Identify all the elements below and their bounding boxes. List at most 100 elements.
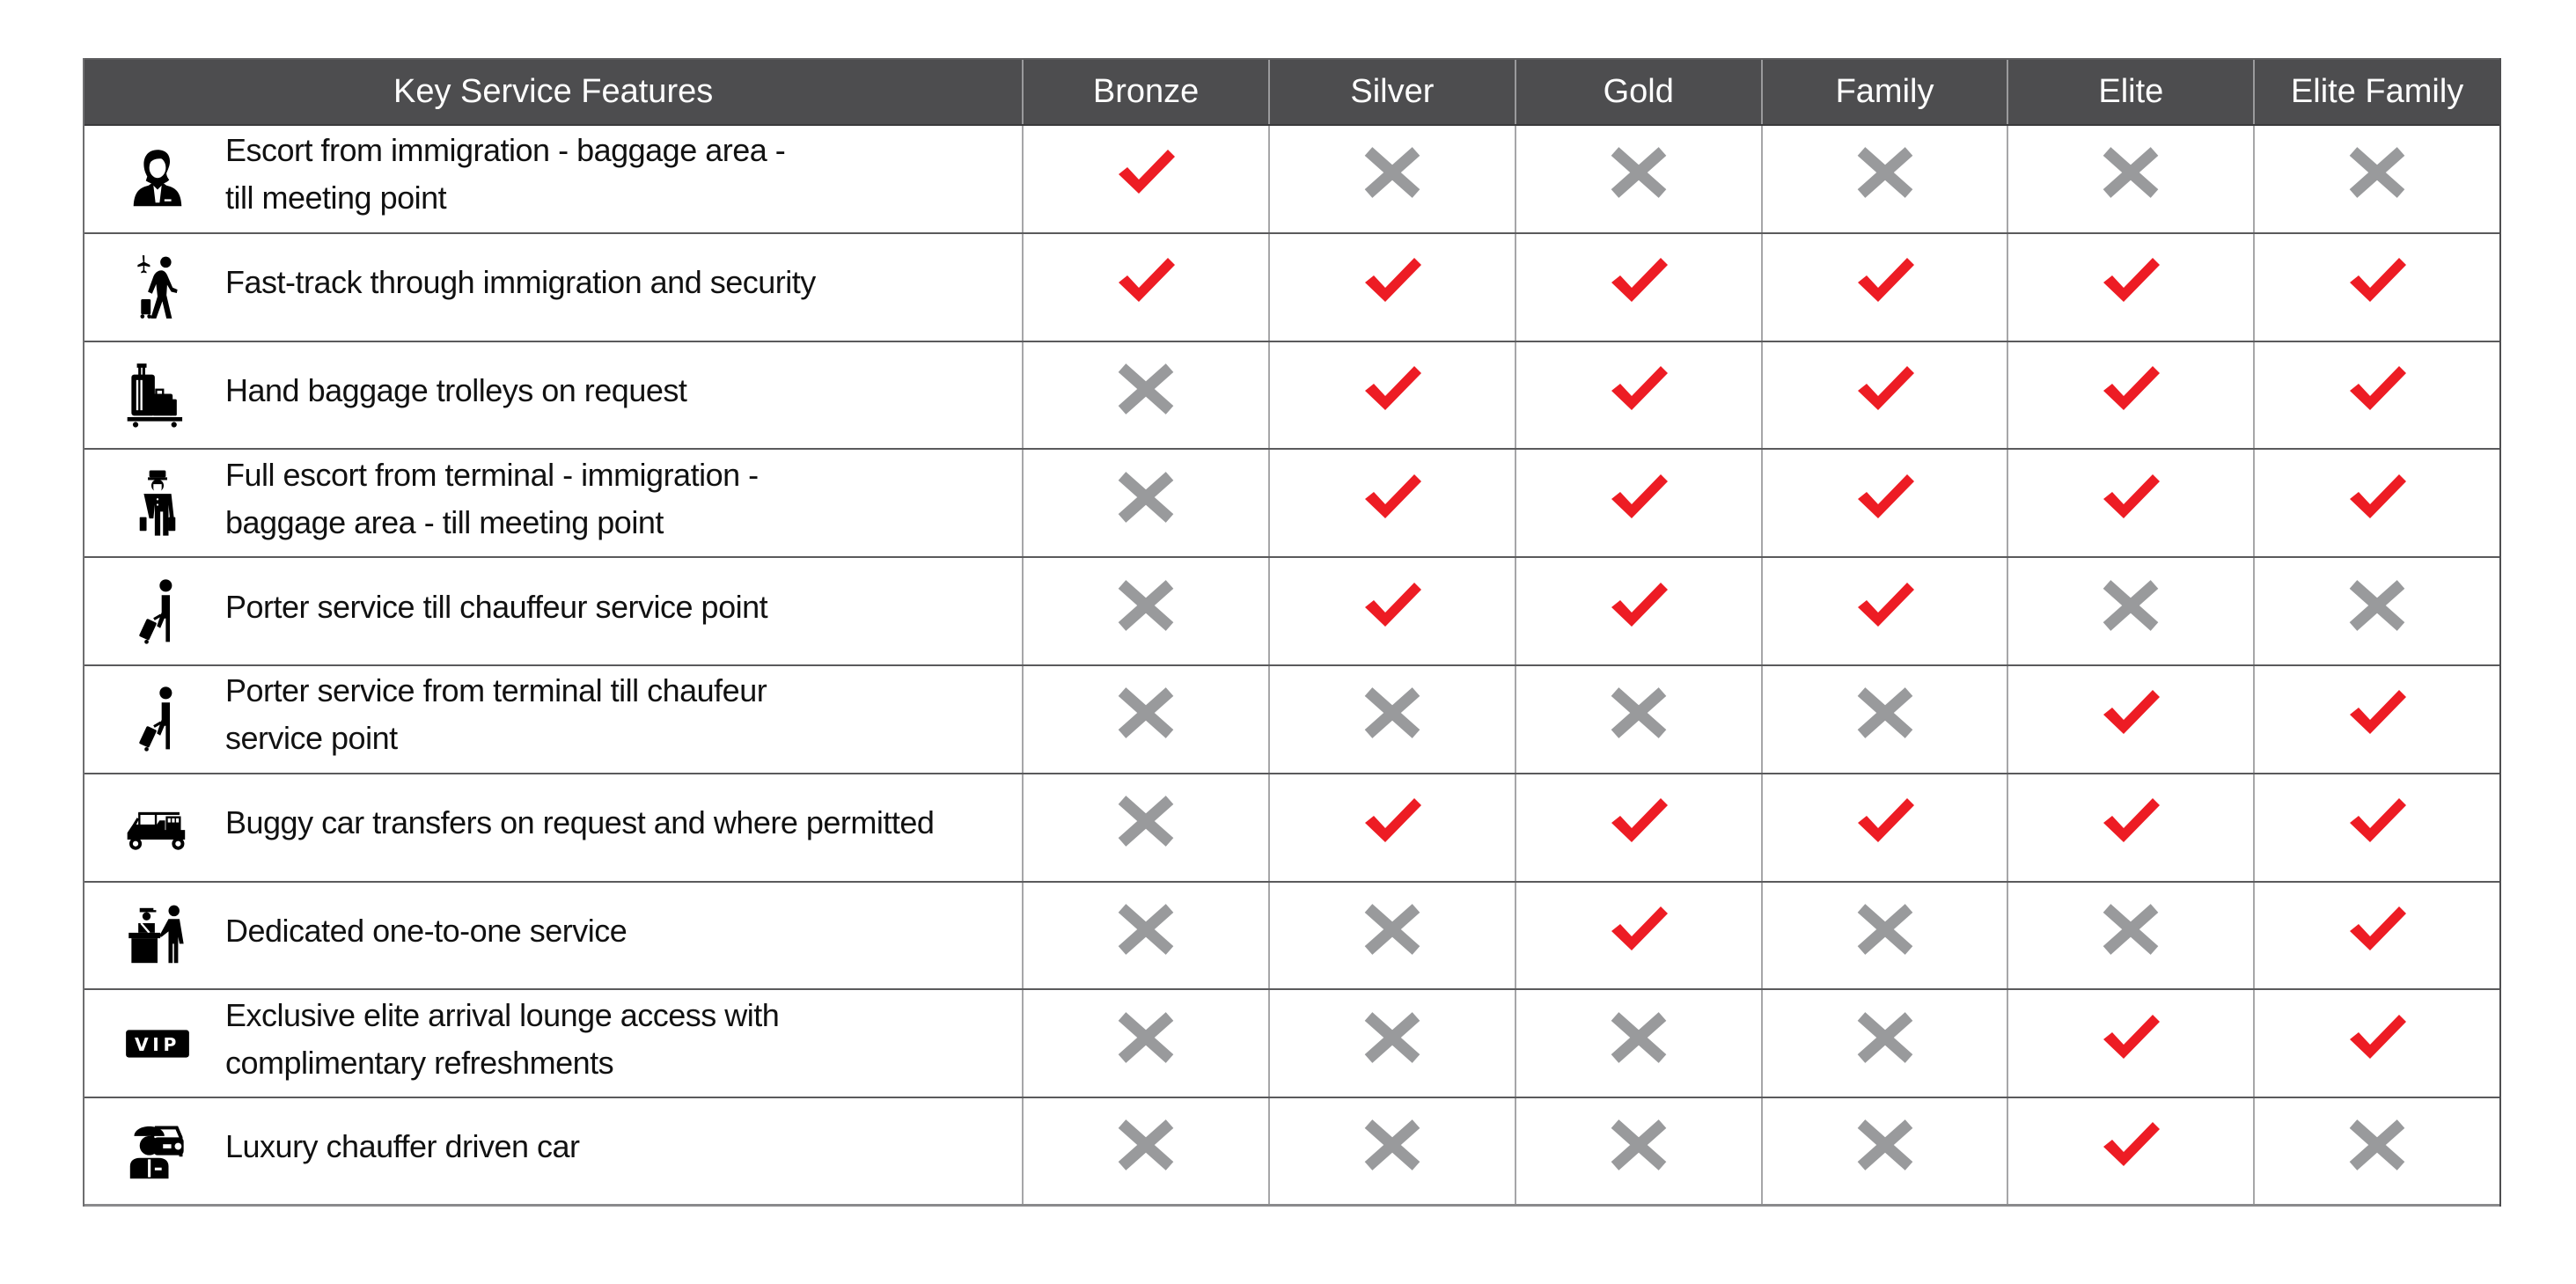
porter-icon — [118, 684, 197, 754]
cross-icon — [1361, 1011, 1423, 1064]
check-icon — [1854, 254, 1916, 307]
cross-icon — [2346, 579, 2408, 632]
cell-silver — [1268, 665, 1515, 773]
cross-icon — [1361, 686, 1423, 739]
cell-gold — [1514, 882, 1761, 989]
cell-elite — [2007, 774, 2253, 881]
feature-cell: Dedicated one-to-one service — [84, 883, 1022, 989]
cell-elite-family — [2253, 990, 2499, 1097]
cell-family — [1760, 450, 2007, 557]
check-icon — [1608, 903, 1670, 956]
cross-icon — [1854, 1011, 1916, 1064]
cell-bronze — [1022, 341, 1268, 449]
header-tier-silver: Silver — [1268, 60, 1515, 124]
check-icon — [1115, 254, 1177, 307]
feature-cell: Porter service from terminal till chaufe… — [84, 666, 1022, 773]
cross-icon — [1115, 363, 1177, 415]
check-icon — [2346, 363, 2408, 415]
cell-elite-family — [2253, 233, 2499, 341]
cell-silver — [1268, 1098, 1515, 1204]
feature-label: Porter service till chauffeur service po… — [225, 588, 768, 625]
check-icon — [1115, 146, 1177, 199]
header-tier-family: Family — [1760, 60, 2007, 124]
cell-elite-family — [2253, 126, 2499, 232]
table-row: Hand baggage trolleys on request — [84, 341, 2499, 451]
check-icon — [1854, 579, 1916, 632]
cell-silver — [1268, 990, 1515, 1097]
feature-cell: Buggy car transfers on request and where… — [84, 774, 1022, 881]
cross-icon — [1608, 1011, 1670, 1064]
cross-icon — [1115, 579, 1177, 632]
feature-label: Dedicated one-to-one service — [225, 912, 627, 949]
feature-cell: Hand baggage trolleys on request — [84, 342, 1022, 449]
service-comparison-table: Key Service Features Bronze Silver Gold … — [83, 58, 2501, 1207]
header-tier-bronze: Bronze — [1022, 60, 1268, 124]
check-icon — [1854, 795, 1916, 847]
cell-bronze — [1022, 450, 1268, 557]
check-icon — [1361, 579, 1423, 632]
cross-icon — [1115, 1011, 1177, 1064]
check-icon — [2346, 903, 2408, 956]
header-key-service-features: Key Service Features — [393, 73, 714, 110]
cell-family — [1760, 1098, 2007, 1204]
check-icon — [1361, 471, 1423, 524]
buggy-car-icon — [118, 792, 197, 862]
bellhop-escort-icon — [118, 468, 197, 539]
cross-icon — [1361, 146, 1423, 199]
cross-icon — [2346, 1119, 2408, 1171]
table-body: Escort from immigration - baggage area -… — [84, 126, 2499, 1207]
check-icon — [2100, 1119, 2161, 1171]
cell-elite — [2007, 341, 2253, 449]
cell-elite — [2007, 450, 2253, 557]
table-header: Key Service Features Bronze Silver Gold … — [84, 58, 2499, 126]
cross-icon — [1361, 903, 1423, 956]
cell-silver — [1268, 774, 1515, 881]
cell-silver — [1268, 233, 1515, 341]
cell-bronze — [1022, 1098, 1268, 1204]
table-row: Porter service from terminal till chaufe… — [84, 665, 2499, 774]
feature-label: Fast-track through immigration and secur… — [225, 264, 816, 301]
check-icon — [2346, 1011, 2408, 1064]
check-icon — [1608, 579, 1670, 632]
cell-elite-family — [2253, 882, 2499, 989]
cell-family — [1760, 774, 2007, 881]
chauffeur-car-icon — [118, 1116, 197, 1186]
table-row: Luxury chauffer driven car — [84, 1098, 2499, 1207]
cell-family — [1760, 233, 2007, 341]
service-desk-icon — [118, 900, 197, 971]
table-row: Dedicated one-to-one service — [84, 882, 2499, 991]
cell-elite-family — [2253, 665, 2499, 773]
cell-elite — [2007, 1098, 2253, 1204]
cell-gold — [1514, 450, 1761, 557]
cell-family — [1760, 990, 2007, 1097]
cell-elite-family — [2253, 450, 2499, 557]
cell-bronze — [1022, 990, 1268, 1097]
cell-family — [1760, 126, 2007, 232]
cell-silver — [1268, 450, 1515, 557]
cell-family — [1760, 665, 2007, 773]
check-icon — [1361, 795, 1423, 847]
feature-cell: Fast-track through immigration and secur… — [84, 234, 1022, 341]
feature-label: Buggy car transfers on request and where… — [225, 804, 935, 841]
feature-label: Porter service from terminal till chaufe… — [225, 672, 767, 757]
cell-elite — [2007, 665, 2253, 773]
cross-icon — [2346, 146, 2408, 199]
cell-bronze — [1022, 126, 1268, 232]
feature-cell: VIP Exclusive elite arrival lounge access… — [84, 990, 1022, 1097]
cell-bronze — [1022, 233, 1268, 341]
check-icon — [2346, 795, 2408, 847]
header-tier-gold: Gold — [1514, 60, 1761, 124]
cell-elite-family — [2253, 558, 2499, 664]
cell-bronze — [1022, 774, 1268, 881]
cell-silver — [1268, 341, 1515, 449]
cell-gold — [1514, 665, 1761, 773]
cross-icon — [1854, 1119, 1916, 1171]
check-icon — [1361, 254, 1423, 307]
cell-gold — [1514, 341, 1761, 449]
table-row: Full escort from terminal - immigration … — [84, 450, 2499, 559]
cell-bronze — [1022, 558, 1268, 664]
check-icon — [1854, 363, 1916, 415]
feature-label: Exclusive elite arrival lounge access wi… — [225, 996, 780, 1081]
cell-elite-family — [2253, 774, 2499, 881]
cross-icon — [1608, 146, 1670, 199]
